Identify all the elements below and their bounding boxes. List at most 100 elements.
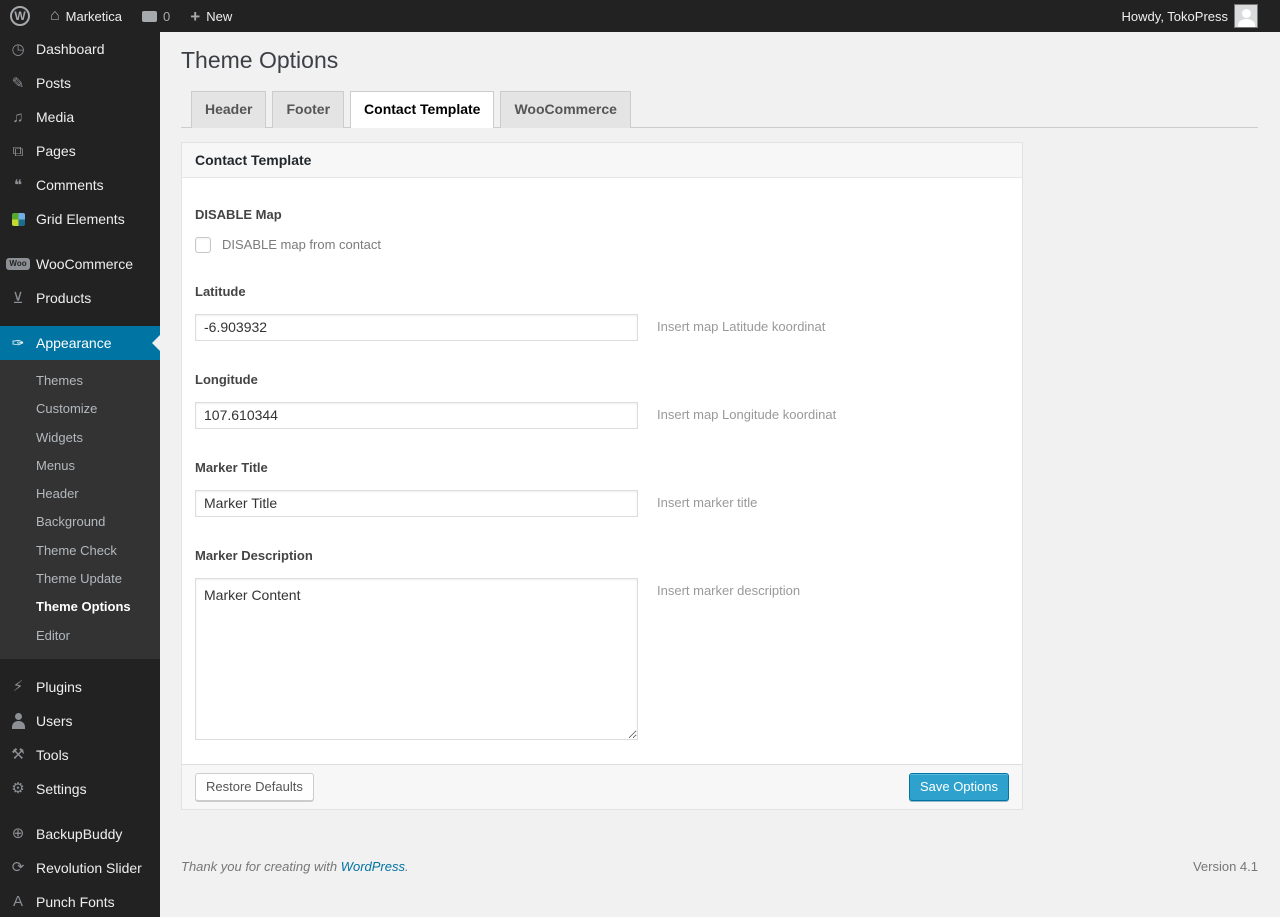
- sidebar-item-grid-elements[interactable]: Grid Elements: [0, 202, 160, 236]
- submenu-item-editor[interactable]: Editor: [0, 622, 160, 650]
- sidebar-item-label: Products: [36, 290, 92, 306]
- users-icon: [8, 711, 28, 731]
- latitude-label: Latitude: [195, 283, 246, 299]
- submenu-item-widgets[interactable]: Widgets: [0, 424, 160, 452]
- sidebar-item-users[interactable]: Users: [0, 704, 160, 738]
- sidebar-item-label: Dashboard: [36, 41, 105, 57]
- save-options-button[interactable]: Save Options: [908, 772, 1009, 801]
- sidebar-item-backupbuddy[interactable]: ⊕ BackupBuddy: [0, 817, 160, 851]
- site-name: Marketica: [65, 8, 123, 24]
- submenu-item-theme-check[interactable]: Theme Check: [0, 537, 160, 565]
- main-content: Theme Options Header Footer Contact Templa…: [160, 0, 1280, 917]
- sidebar-item-label: Posts: [36, 75, 72, 91]
- longitude-hint: Insert map Longitude koordinat: [657, 406, 837, 422]
- dashboard-icon: ◷: [11, 40, 25, 58]
- sidebar-item-label: WooCommerce: [36, 256, 133, 272]
- menu-separator: [0, 315, 160, 326]
- appearance-icon: ✑: [11, 334, 25, 352]
- submenu-item-header[interactable]: Header: [0, 480, 160, 508]
- sidebar-item-label: Revolution Slider: [36, 859, 142, 876]
- settings-icon: ⚙: [11, 780, 25, 798]
- footer-thanks: Thank you for creating with WordPress.: [181, 859, 409, 874]
- new-content-menu[interactable]: + New: [180, 0, 242, 32]
- sidebar-item-pages[interactable]: ⧉ Pages: [0, 134, 160, 168]
- sidebar-item-woocommerce[interactable]: Woo WooCommerce: [0, 247, 160, 281]
- page-title: Theme Options: [181, 47, 339, 73]
- sidebar-item-punch-fonts[interactable]: A Punch Fonts: [0, 885, 160, 917]
- restore-defaults-button[interactable]: Restore Defaults: [195, 772, 314, 801]
- pages-icon: ⧉: [12, 142, 24, 160]
- comments-count: 0: [163, 8, 171, 24]
- posts-icon: ✎: [11, 74, 25, 92]
- tab-header[interactable]: Header: [191, 90, 267, 128]
- menu-separator: [0, 659, 160, 670]
- sidebar-item-tools[interactable]: ⚒ Tools: [0, 738, 160, 772]
- comments-shortcut[interactable]: 0: [132, 0, 180, 32]
- tab-contact-template[interactable]: Contact Template: [350, 90, 495, 128]
- sidebar-item-appearance[interactable]: ✑ Appearance: [0, 326, 160, 360]
- sidebar-item-products[interactable]: ⊻ Products: [0, 281, 160, 315]
- panel-footer: Restore Defaults Save Options: [182, 763, 1022, 809]
- site-name-link[interactable]: ⌂ Marketica: [40, 0, 132, 32]
- sidebar-item-label: Comments: [36, 177, 104, 193]
- longitude-label: Longitude: [195, 371, 258, 387]
- sidebar-item-dashboard[interactable]: ◷ Dashboard: [0, 32, 160, 66]
- latitude-input[interactable]: [195, 313, 638, 341]
- latitude-row: Insert map Latitude koordinat: [195, 313, 1009, 341]
- comment-bubble-icon: [142, 10, 158, 22]
- marker-description-textarea[interactable]: Marker Content: [195, 577, 638, 740]
- wp-logo-menu[interactable]: W: [0, 0, 40, 32]
- sidebar-item-settings[interactable]: ⚙ Settings: [0, 772, 160, 806]
- home-icon: ⌂: [50, 7, 60, 24]
- comments-icon: ❝: [13, 176, 23, 194]
- submenu-item-background[interactable]: Background: [0, 508, 160, 536]
- sidebar-item-plugins[interactable]: ⚡ Plugins: [0, 670, 160, 704]
- punch-fonts-icon: A: [12, 893, 23, 911]
- sidebar-item-media[interactable]: ♫ Media: [0, 100, 160, 134]
- submenu-item-theme-options[interactable]: Theme Options: [0, 593, 160, 621]
- disable-map-checkbox[interactable]: [195, 236, 211, 253]
- sidebar-item-label: Plugins: [36, 678, 82, 695]
- sidebar-item-label: Grid Elements: [36, 211, 125, 227]
- marker-title-input[interactable]: [195, 489, 638, 517]
- sidebar-item-label: BackupBuddy: [36, 825, 123, 842]
- contact-template-panel: Contact Template DISABLE Map DISABLE map…: [181, 141, 1023, 810]
- menu-separator: [0, 806, 160, 817]
- tab-woocommerce[interactable]: WooCommerce: [500, 90, 631, 128]
- marker-title-label: Marker Title: [195, 459, 268, 475]
- avatar: [1234, 4, 1258, 28]
- submenu-item-customize[interactable]: Customize: [0, 395, 160, 423]
- sidebar-item-revolution-slider[interactable]: ⟳ Revolution Slider: [0, 851, 160, 885]
- sidebar-item-label: Punch Fonts: [36, 893, 115, 910]
- latitude-hint: Insert map Latitude koordinat: [657, 318, 826, 334]
- disable-map-label: DISABLE Map: [195, 206, 282, 222]
- sidebar-item-label: Media: [36, 109, 75, 125]
- tab-footer[interactable]: Footer: [272, 90, 345, 128]
- panel-body: DISABLE Map DISABLE map from contact Lat…: [182, 178, 1022, 764]
- sidebar-item-comments[interactable]: ❝ Comments: [0, 168, 160, 202]
- sidebar-item-label: Tools: [36, 746, 69, 763]
- submenu-item-themes[interactable]: Themes: [0, 367, 160, 395]
- disable-map-checkbox-label: DISABLE map from contact: [222, 237, 381, 253]
- tools-icon: ⚒: [11, 746, 25, 764]
- admin-sidebar: ◷ Dashboard ✎ Posts ♫ Media ⧉ Pages ❝ Comments Gri…: [0, 32, 160, 917]
- wordpress-logo-icon: W: [10, 6, 30, 26]
- panel-title: Contact Template: [182, 142, 1022, 178]
- backupbuddy-icon: ⊕: [11, 825, 25, 843]
- howdy-text: Howdy, TokoPress: [1121, 8, 1228, 24]
- admin-bar: W ⌂ Marketica 0 + New Howdy, TokoPress: [0, 0, 1280, 32]
- plus-icon: +: [190, 6, 201, 26]
- my-account-menu[interactable]: Howdy, TokoPress: [1112, 0, 1268, 32]
- sidebar-item-label: Settings: [36, 780, 87, 797]
- sidebar-item-posts[interactable]: ✎ Posts: [0, 66, 160, 100]
- submenu-item-menus[interactable]: Menus: [0, 452, 160, 480]
- grid-elements-icon: [8, 209, 28, 229]
- marker-description-row: Marker Content Insert marker description: [195, 577, 1009, 740]
- submenu-item-theme-update[interactable]: Theme Update: [0, 565, 160, 593]
- appearance-submenu: Themes Customize Widgets Menus Header Backgro…: [0, 360, 160, 659]
- wordpress-link[interactable]: WordPress: [341, 859, 405, 874]
- marker-title-row: Insert marker title: [195, 489, 1009, 517]
- page-footer: Thank you for creating with WordPress. V…: [181, 859, 1258, 884]
- longitude-input[interactable]: [195, 401, 638, 429]
- version-text: Version 4.1: [1192, 858, 1258, 874]
